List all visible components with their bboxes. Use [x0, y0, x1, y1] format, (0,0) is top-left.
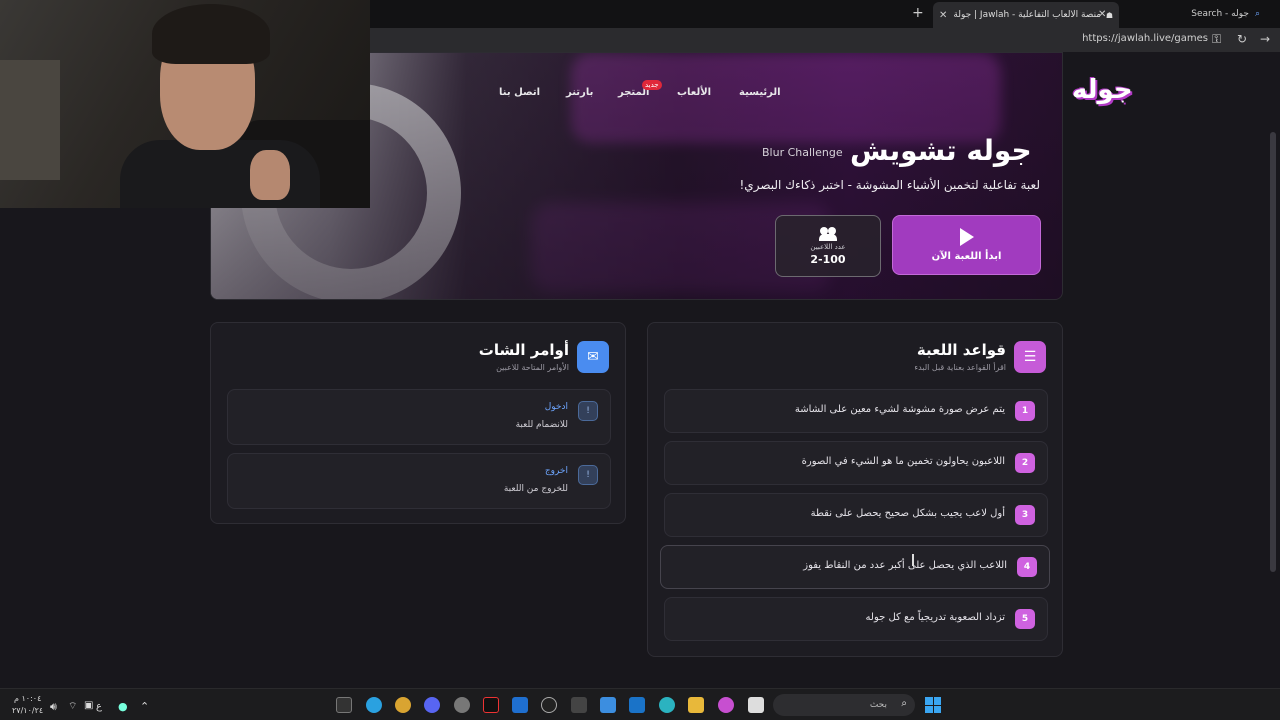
players-label: عدد اللاعبين: [810, 242, 846, 251]
language-indicator[interactable]: ع: [96, 701, 102, 712]
clock-date[interactable]: ٢٧/١٠/٢٤: [12, 706, 43, 715]
chat-commands-panel: ✉ أوامر الشات الأوامر المتاحة للاعبين ! …: [210, 322, 626, 524]
mail-icon[interactable]: [629, 697, 645, 713]
rule-text: تزداد الصعوبة تدريجياً مع كل جوله: [865, 612, 1005, 623]
forward-icon[interactable]: →: [1260, 32, 1270, 46]
edge-icon[interactable]: [659, 697, 675, 713]
nav-partner[interactable]: بارتنر: [566, 87, 593, 98]
command-name: اخروج: [544, 466, 568, 476]
site-favicon-icon: ☗: [1105, 10, 1113, 20]
rule-item: 1 يتم عرض صورة مشوشة لشيء معين على الشاش…: [664, 389, 1048, 433]
nav-contact[interactable]: اتصل بنا: [499, 87, 540, 98]
windows-start-icon[interactable]: [925, 697, 941, 713]
chat-title: أوامر الشات: [478, 341, 569, 359]
text-cursor: [912, 554, 914, 566]
game-description: لعبة تفاعلية لتخمين الأشياء المشوشة - اخ…: [739, 178, 1041, 192]
clock-time[interactable]: ١٠:٠٤ م: [14, 694, 41, 703]
game-subtitle: Blur Challenge: [762, 146, 843, 159]
rule-item: 2 اللاعبون يحاولون تخمين ما هو الشيء في …: [664, 441, 1048, 485]
browser-tab-active[interactable]: ✕ جولة | Jawlah - منصة الألعاب التفاعلية…: [933, 2, 1119, 28]
rule-number: 3: [1015, 505, 1035, 525]
tab-title: Search - جوله: [1191, 9, 1249, 19]
search-placeholder: بحث: [869, 700, 887, 710]
nav-games[interactable]: الألعاب: [677, 87, 711, 98]
chat-command-item: ! ادخول للانضمام للعبة: [227, 389, 611, 445]
browser-tab-search[interactable]: ✕ Search - جوله ⌕: [1098, 4, 1260, 24]
microphone-icon[interactable]: ●: [118, 700, 128, 713]
tiktok-icon[interactable]: [483, 697, 499, 713]
discord-icon[interactable]: [424, 697, 440, 713]
network-icon[interactable]: ▣: [84, 700, 93, 711]
app-icon[interactable]: [512, 697, 528, 713]
rules-subtitle: اقرأ القواعد بعناية قبل البدء: [914, 363, 1006, 372]
rule-text: اللاعب الذي يحصل على أكبر عدد من النقاط …: [803, 560, 1007, 571]
command-icon: !: [578, 465, 598, 485]
start-game-button[interactable]: ابدأ اللعبة الآن: [892, 215, 1041, 275]
rule-text: اللاعبون يحاولون تخمين ما هو الشيء في ال…: [801, 456, 1005, 467]
users-icon: [818, 226, 838, 241]
copilot-icon[interactable]: [718, 697, 734, 713]
rule-item: 5 تزداد الصعوبة تدريجياً مع كل جوله: [664, 597, 1048, 641]
webcam-person-hand: [250, 150, 290, 200]
rule-text: يتم عرض صورة مشوشة لشيء معين على الشاشة: [794, 404, 1005, 415]
settings-icon[interactable]: [454, 697, 470, 713]
game-title: جوله تشويش: [850, 134, 1032, 167]
terminal-icon[interactable]: [336, 697, 352, 713]
command-name: ادخول: [544, 402, 568, 412]
chat-subtitle: الأوامر المتاحة للاعبين: [496, 363, 569, 372]
new-tab-icon[interactable]: +: [912, 5, 924, 21]
app-icon[interactable]: [571, 697, 587, 713]
rules-book-icon: ☰: [1014, 341, 1046, 373]
players-count-card: عدد اللاعبين 2-100: [775, 215, 881, 277]
speaker-icon[interactable]: 🔊︎: [50, 700, 57, 714]
new-badge: جديد: [642, 80, 662, 90]
rule-number: 1: [1015, 401, 1035, 421]
search-icon: ⌕: [901, 698, 907, 709]
nav-home[interactable]: الرئيسية: [739, 87, 781, 98]
command-desc: للانضمام للعبة: [515, 420, 568, 430]
chevron-up-icon[interactable]: ⌃: [140, 700, 149, 713]
rule-number: 5: [1015, 609, 1035, 629]
rule-item: 4 اللاعب الذي يحصل على أكبر عدد من النقا…: [660, 545, 1050, 589]
chat-icon: ✉: [577, 341, 609, 373]
webcam-person-body: [120, 140, 320, 208]
reload-icon[interactable]: ↻: [1237, 32, 1247, 46]
rule-text: أول لاعب يجيب بشكل صحيح يحصل على نقطة: [810, 508, 1005, 519]
store-icon[interactable]: [600, 697, 616, 713]
taskbar: ١٠:٠٤ م ٢٧/١٠/٢٤ 🔊︎ ⌔ ▣ ع ● ⌃ بحث ⌕: [0, 688, 1280, 720]
telegram-icon[interactable]: [366, 697, 382, 713]
folder-icon[interactable]: [688, 697, 704, 713]
webcam-overlay: [0, 0, 370, 208]
lock-icon[interactable]: ⚿: [1212, 32, 1221, 47]
ctrl-app-icon[interactable]: [541, 697, 557, 713]
start-game-label: ابدأ اللعبة الآن: [931, 251, 1002, 262]
rule-number: 2: [1015, 453, 1035, 473]
app-icon[interactable]: [748, 697, 764, 713]
players-value: 2-100: [810, 252, 846, 266]
rules-title: قواعد اللعبة: [916, 341, 1006, 359]
rules-panel: ☰ قواعد اللعبة اقرأ القواعد بعناية قبل ا…: [647, 322, 1063, 657]
url-field[interactable]: https://jawlah.live/games: [1082, 33, 1208, 44]
taskbar-search[interactable]: بحث ⌕: [773, 694, 915, 716]
play-icon: [959, 228, 974, 246]
chat-command-item: ! اخروج للخروج من اللعبة: [227, 453, 611, 509]
search-icon: ⌕: [1254, 9, 1260, 19]
site-logo[interactable]: جوله: [1072, 75, 1133, 105]
rule-number: 4: [1017, 557, 1037, 577]
command-desc: للخروج من اللعبة: [503, 484, 568, 494]
tab-title: جولة | Jawlah - منصة الألعاب التفاعلية: [953, 10, 1100, 20]
app-icon[interactable]: [395, 697, 411, 713]
close-tab-icon[interactable]: ✕: [1098, 9, 1106, 20]
wifi-icon[interactable]: ⌔: [68, 700, 77, 713]
webcam-background: [0, 60, 60, 180]
webcam-person-hair: [152, 4, 270, 64]
command-icon: !: [578, 401, 598, 421]
page-scrollbar[interactable]: [1270, 132, 1276, 572]
close-tab-icon[interactable]: ✕: [939, 10, 947, 21]
rule-item: 3 أول لاعب يجيب بشكل صحيح يحصل على نقطة: [664, 493, 1048, 537]
